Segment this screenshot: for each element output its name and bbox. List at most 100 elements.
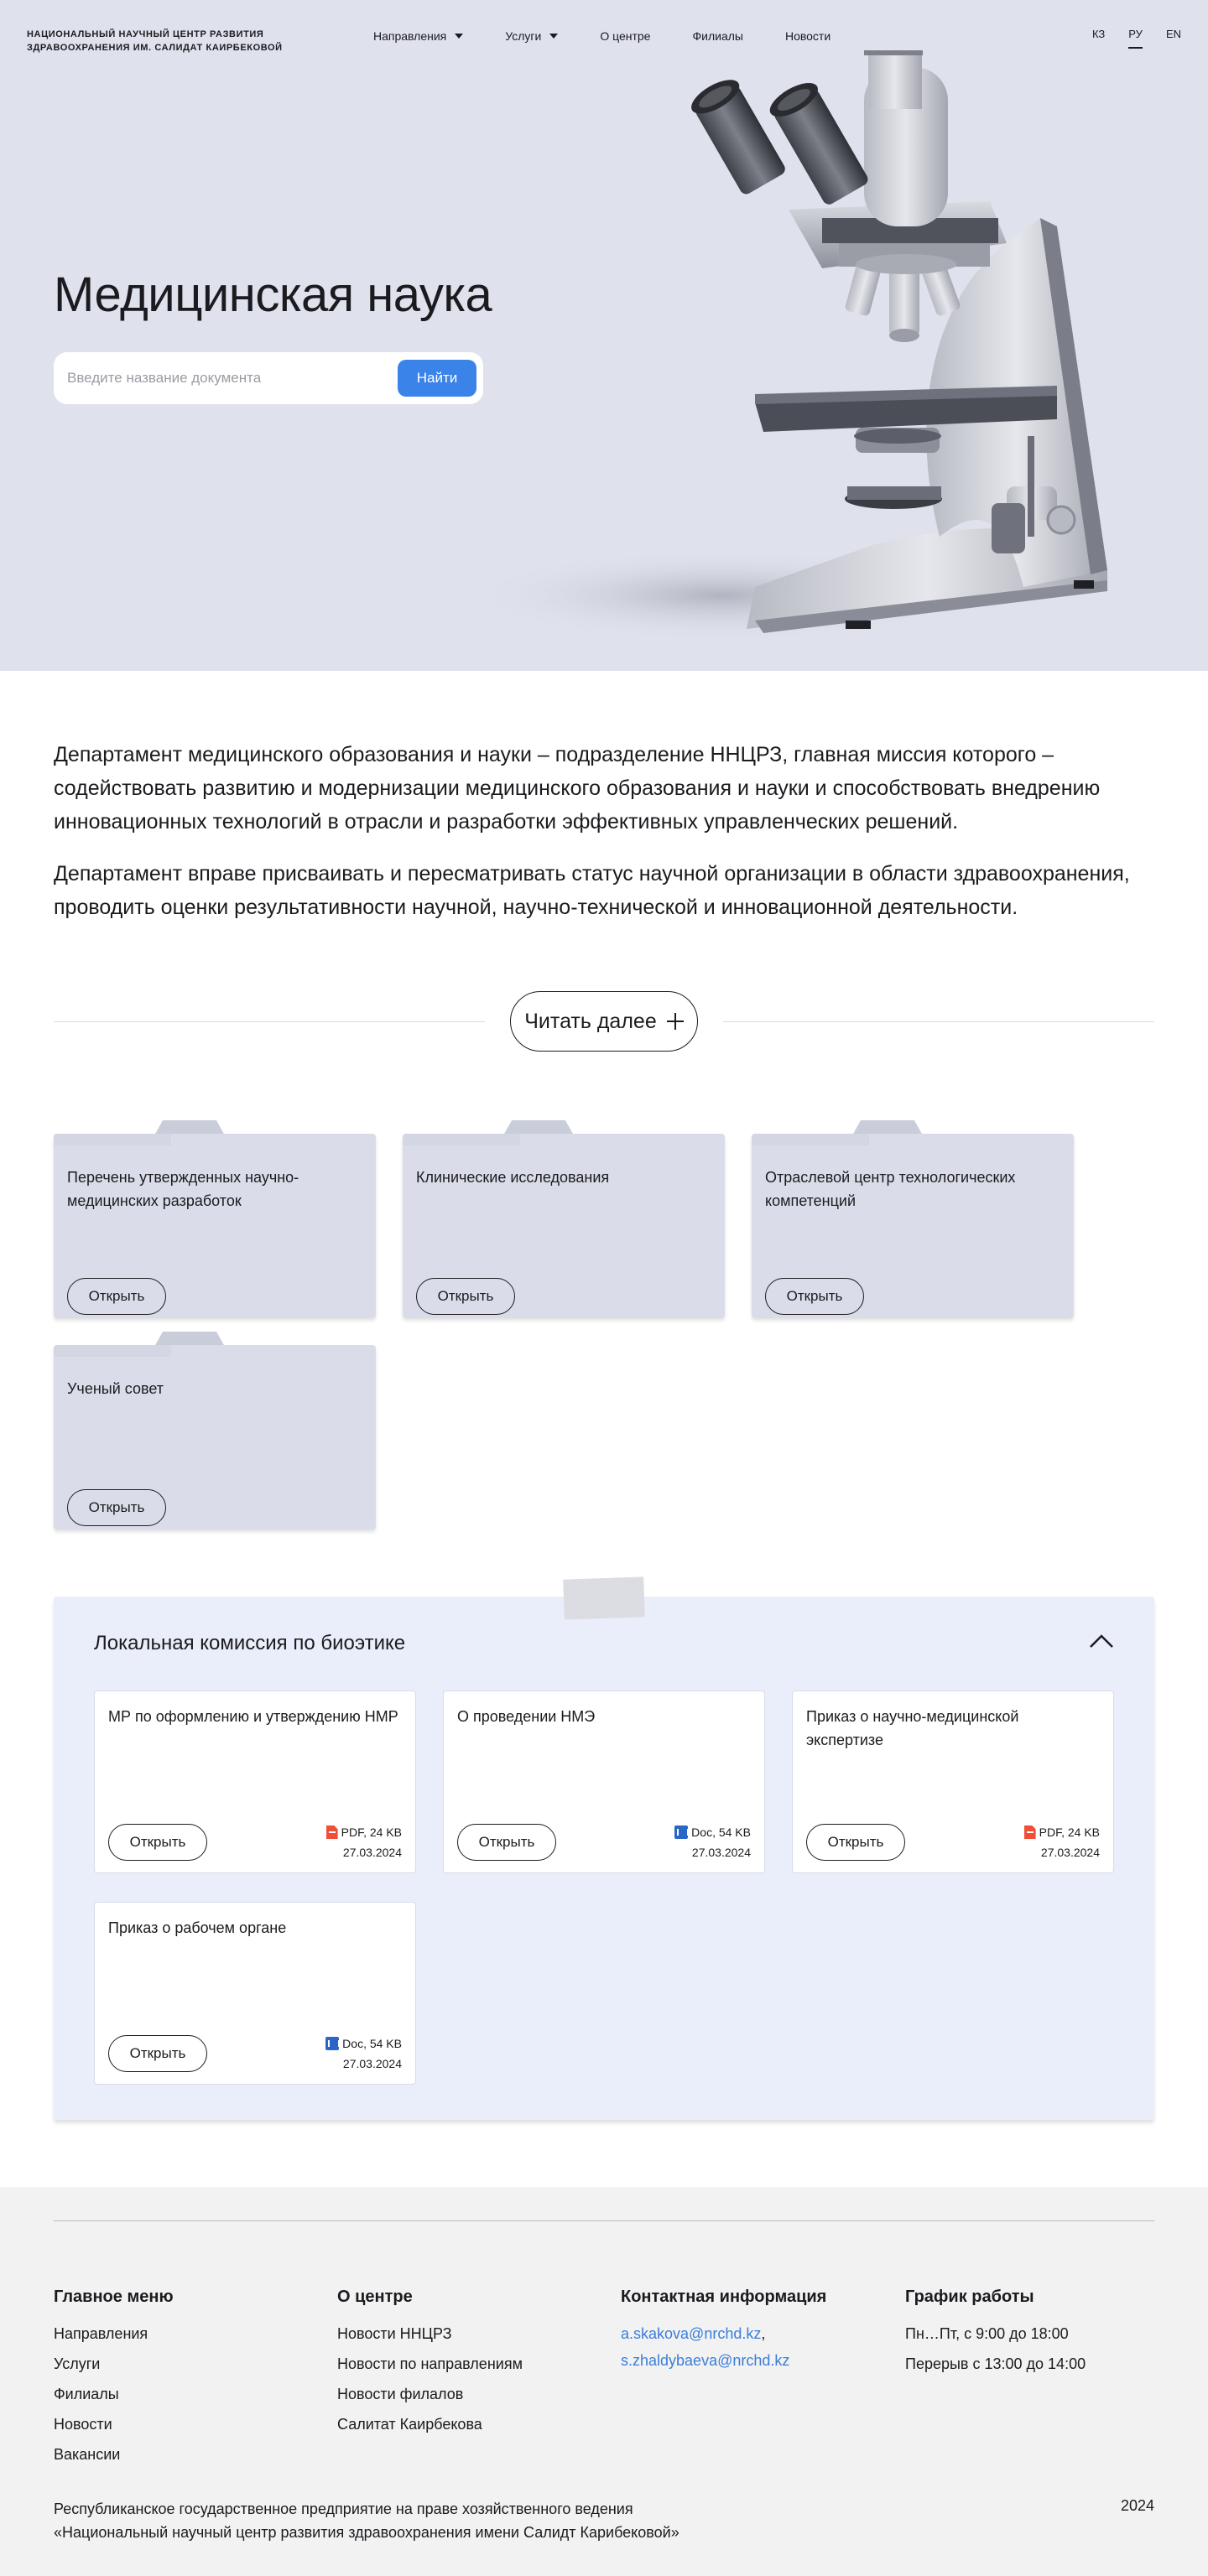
org-logo-text[interactable]: Национальный научный центр развития здра… <box>27 28 329 55</box>
document-title: Приказ о научно-медицинской экспертизе <box>806 1708 1019 1748</box>
read-more-row: Читать далее <box>54 991 1154 1052</box>
read-more-label: Читать далее <box>524 1009 657 1033</box>
folder-title: Ученый совет <box>67 1380 164 1397</box>
bioethics-title: Локальная комиссия по биоэтике <box>94 1632 406 1654</box>
microscope-illustration <box>470 50 1107 641</box>
nav-label: Новости <box>784 29 831 43</box>
pdf-file-icon <box>325 1826 338 1839</box>
nav-item-news[interactable]: Новости <box>785 28 830 44</box>
file-size: Doc, 54 KB <box>691 1826 751 1839</box>
footer-heading: График работы <box>905 2288 1034 2306</box>
document-card: О проведении НМЭ Открыть Doc, 54 KB 27.0… <box>443 1690 765 1873</box>
folder-title: Клинические исследования <box>416 1169 610 1186</box>
search-button[interactable]: Найти <box>398 360 476 397</box>
document-title: МР по оформлению и утверждению НМР <box>108 1708 398 1725</box>
nav-label: Услуги <box>505 29 542 43</box>
file-date: 27.03.2024 <box>691 1846 751 1859</box>
footer-link[interactable]: Филиалы <box>54 2379 174 2409</box>
open-button[interactable]: Открыть <box>806 1824 905 1861</box>
org-name-line-1: Национальный научный центр развития <box>27 29 264 39</box>
document-meta: PDF, 24 KB 27.03.2024 <box>1023 1822 1100 1862</box>
document-title: О проведении НМЭ <box>457 1708 596 1725</box>
divider <box>723 1021 1154 1022</box>
legal-line: «Национальный научный центр развития здр… <box>54 2524 680 2541</box>
folder-body: Ученый совет Открыть <box>54 1345 376 1530</box>
lang-en[interactable]: EN <box>1166 28 1181 49</box>
lang-ru[interactable]: РУ <box>1128 28 1143 49</box>
email-separator: , <box>761 2325 766 2342</box>
divider <box>54 1021 485 1022</box>
footer-link[interactable]: Новости ННЦРЗ <box>337 2319 523 2349</box>
main-nav: Направления Услуги О центре Филиалы Ново… <box>373 28 872 44</box>
read-more-button[interactable]: Читать далее <box>510 991 698 1052</box>
document-card: Приказ о научно-медицинской экспертизе О… <box>792 1690 1114 1873</box>
file-size: PDF, 24 KB <box>1039 1826 1100 1839</box>
open-button[interactable]: Открыть <box>765 1278 864 1315</box>
open-button[interactable]: Открыть <box>416 1278 515 1315</box>
plus-icon <box>666 1013 684 1030</box>
nav-item-branches[interactable]: Филиалы <box>692 28 742 44</box>
document-title: Приказ о рабочем органе <box>108 1919 287 1936</box>
intro-paragraph: Департамент медицинского образования и н… <box>54 743 1101 834</box>
footer-link[interactable]: Новости <box>54 2409 174 2439</box>
word-file-icon <box>325 2037 341 2050</box>
file-date: 27.03.2024 <box>342 2057 402 2070</box>
nav-item-directions[interactable]: Направления <box>373 28 464 44</box>
open-button[interactable]: Открыть <box>457 1824 556 1861</box>
footer-link[interactable]: Салитат Каирбекова <box>337 2409 523 2439</box>
footer-link[interactable]: Новости филалов <box>337 2379 523 2409</box>
language-switcher: КЗ РУ EN <box>1069 28 1181 49</box>
folder-card: Отраслевой центр технологических компете… <box>752 1120 1074 1318</box>
caret-down-icon <box>455 34 464 39</box>
lang-kz[interactable]: КЗ <box>1092 28 1105 49</box>
footer-heading: Главное меню <box>54 2288 174 2306</box>
schedule-line: Пн…Пт, с 9:00 до 18:00 <box>905 2325 1069 2342</box>
nav-item-services[interactable]: Услуги <box>505 28 559 44</box>
bioethics-panel: Локальная комиссия по биоэтике МР по офо… <box>54 1576 1154 2120</box>
chevron-up-icon[interactable] <box>1089 1633 1114 1649</box>
legal-text: Республиканское государственное предприя… <box>54 2497 680 2544</box>
folder-body: Клинические исследования Открыть <box>403 1134 725 1318</box>
footer-divider <box>54 2220 1154 2221</box>
nav-label: О центре <box>600 29 651 43</box>
folder-title: Отраслевой центр технологических компете… <box>765 1169 1016 1209</box>
footer-link[interactable]: Новости по направлениям <box>337 2349 523 2379</box>
document-card: Приказ о рабочем органе Открыть Doc, 54 … <box>94 1902 416 2085</box>
footer-schedule: График работы Пн…Пт, с 9:00 до 18:00 Пер… <box>905 2288 1086 2379</box>
document-card: МР по оформлению и утверждению НМР Откры… <box>94 1690 416 1873</box>
search-input[interactable] <box>67 370 398 387</box>
folder-card: Клинические исследования Открыть <box>403 1120 725 1318</box>
org-name-line-2: здравоохранения им. Салидат Каирбековой <box>27 43 283 53</box>
footer-link[interactable]: Направления <box>54 2319 174 2349</box>
nav-item-about[interactable]: О центре <box>600 28 650 44</box>
footer-about: О центре Новости ННЦРЗ Новости по направ… <box>337 2288 523 2439</box>
open-button[interactable]: Открыть <box>108 2035 207 2072</box>
file-size: Doc, 54 KB <box>342 2037 402 2050</box>
footer-main-menu: Главное меню Направления Услуги Филиалы … <box>54 2288 174 2470</box>
file-size: PDF, 24 KB <box>341 1826 402 1839</box>
folder-card: Перечень утвержденных научно-медицинских… <box>54 1120 376 1318</box>
document-meta: Doc, 54 KB 27.03.2024 <box>325 2033 402 2074</box>
folder-title: Перечень утвержденных научно-медицинских… <box>67 1169 299 1209</box>
open-button[interactable]: Открыть <box>108 1824 207 1861</box>
folder-body: Перечень утвержденных научно-медицинских… <box>54 1134 376 1318</box>
search-bar: Найти <box>54 352 483 404</box>
copyright-year: 2024 <box>1120 2497 1154 2514</box>
schedule-line: Перерыв с 13:00 до 14:00 <box>905 2355 1086 2372</box>
email-link[interactable]: s.zhaldybaeva@nrchd.kz <box>621 2352 789 2369</box>
folder-card: Ученый совет Открыть <box>54 1332 376 1530</box>
page-title: Медицинская наука <box>54 267 492 322</box>
nav-label: Филиалы <box>692 29 743 43</box>
email-link[interactable]: a.skakova@nrchd.kz <box>621 2325 761 2342</box>
hero-section: Национальный научный центр развития здра… <box>0 0 1208 671</box>
footer-link[interactable]: Вакансии <box>54 2439 174 2470</box>
open-button[interactable]: Открыть <box>67 1278 166 1315</box>
footer-link[interactable]: Услуги <box>54 2349 174 2379</box>
word-file-icon <box>674 1826 690 1839</box>
folder-body: Отраслевой центр технологических компете… <box>752 1134 1074 1318</box>
file-date: 27.03.2024 <box>1040 1846 1100 1859</box>
document-meta: Doc, 54 KB 27.03.2024 <box>674 1822 751 1862</box>
pdf-file-icon <box>1023 1826 1036 1839</box>
open-button[interactable]: Открыть <box>67 1489 166 1526</box>
intro-section: Департамент медицинского образования и н… <box>54 738 1154 943</box>
